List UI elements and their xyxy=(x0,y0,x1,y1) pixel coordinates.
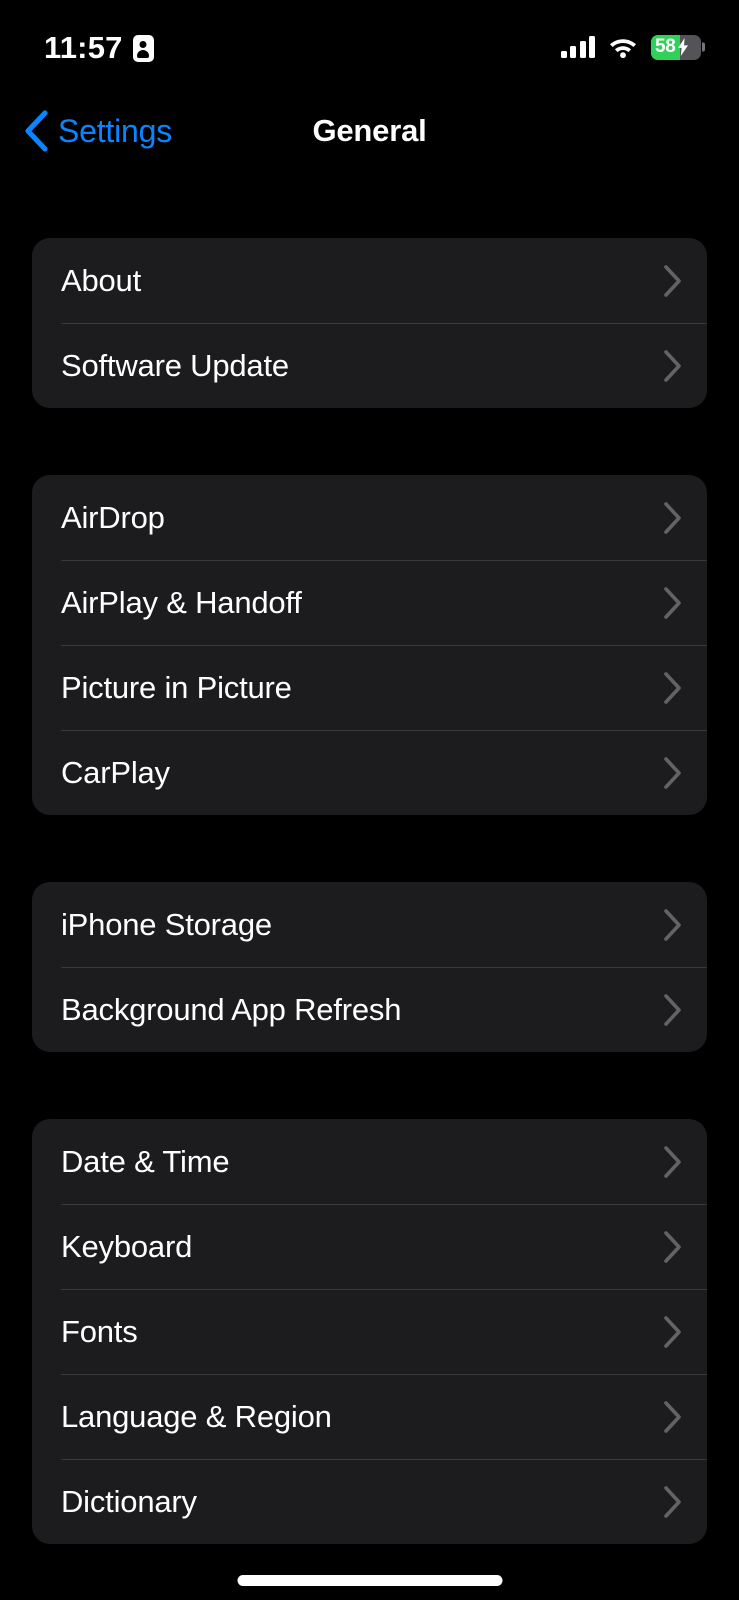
navigation-bar: Settings General xyxy=(0,92,739,170)
settings-row-label: Keyboard xyxy=(61,1228,193,1264)
back-button[interactable]: Settings xyxy=(16,103,180,159)
status-time: 11:57 xyxy=(44,30,123,65)
settings-row[interactable]: Background App Refresh xyxy=(32,967,707,1052)
chevron-right-icon xyxy=(664,908,681,941)
chevron-right-icon xyxy=(664,1485,681,1518)
settings-row-label: Dictionary xyxy=(61,1483,197,1519)
settings-row-label: Date & Time xyxy=(61,1143,230,1179)
settings-row[interactable]: Dictionary xyxy=(32,1459,707,1544)
settings-row[interactable]: iPhone Storage xyxy=(32,882,707,967)
status-bar: 11:57 58 xyxy=(0,0,739,92)
cellular-signal-icon xyxy=(560,36,595,58)
battery-icon: 58 xyxy=(651,34,705,60)
chevron-right-icon xyxy=(664,1230,681,1263)
wifi-icon xyxy=(610,39,636,58)
settings-group: Date & Time Keyboard Fonts Language & Regio… xyxy=(32,1119,707,1544)
chevron-left-icon xyxy=(25,110,48,152)
home-indicator[interactable] xyxy=(237,1575,502,1586)
settings-row[interactable]: Language & Region xyxy=(32,1374,707,1459)
chevron-right-icon xyxy=(664,501,681,534)
settings-row-label: AirDrop xyxy=(61,499,165,535)
settings-group: AirDrop AirPlay & Handoff Picture in Pictu… xyxy=(32,475,707,815)
settings-row-label: Fonts xyxy=(61,1313,138,1349)
battery-cap xyxy=(702,42,705,52)
settings-row-label: AirPlay & Handoff xyxy=(61,584,302,620)
status-bar-right: 58 xyxy=(560,34,705,60)
settings-row[interactable]: Keyboard xyxy=(32,1204,707,1289)
settings-row-label: Background App Refresh xyxy=(61,991,402,1027)
settings-row-label: Software Update xyxy=(61,347,289,383)
settings-row[interactable]: Date & Time xyxy=(32,1119,707,1204)
settings-group: About Software Update xyxy=(32,238,707,408)
lightning-bolt-icon xyxy=(677,38,688,56)
settings-row[interactable]: Picture in Picture xyxy=(32,645,707,730)
chevron-right-icon xyxy=(664,671,681,704)
settings-row[interactable]: About xyxy=(32,238,707,323)
settings-row[interactable]: AirDrop xyxy=(32,475,707,560)
chevron-right-icon xyxy=(664,756,681,789)
settings-row-label: About xyxy=(61,262,142,298)
chevron-right-icon xyxy=(664,586,681,619)
settings-row[interactable]: Software Update xyxy=(32,323,707,408)
chevron-right-icon xyxy=(664,993,681,1026)
chevron-right-icon xyxy=(664,264,681,297)
person-badge-icon xyxy=(132,34,154,62)
settings-row-label: CarPlay xyxy=(61,754,170,790)
chevron-right-icon xyxy=(664,349,681,382)
settings-group: iPhone Storage Background App Refresh xyxy=(32,882,707,1052)
settings-row-label: iPhone Storage xyxy=(61,906,272,942)
battery-percent-label: 58 xyxy=(655,36,676,57)
chevron-right-icon xyxy=(664,1400,681,1433)
chevron-right-icon xyxy=(664,1315,681,1348)
settings-list: About Software Update AirDrop AirPlay & Han… xyxy=(32,238,707,1544)
settings-row[interactable]: Fonts xyxy=(32,1289,707,1374)
settings-row[interactable]: CarPlay xyxy=(32,730,707,815)
settings-row[interactable]: AirPlay & Handoff xyxy=(32,560,707,645)
settings-row-label: Language & Region xyxy=(61,1398,332,1434)
status-bar-left: 11:57 xyxy=(44,30,154,66)
chevron-right-icon xyxy=(664,1145,681,1178)
back-button-label: Settings xyxy=(58,112,173,149)
settings-row-label: Picture in Picture xyxy=(61,669,292,705)
